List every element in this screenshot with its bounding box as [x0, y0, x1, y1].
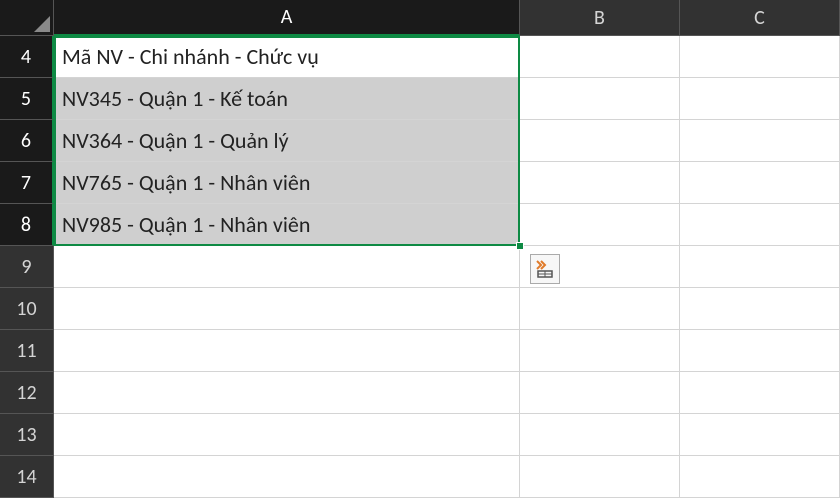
cell-B5[interactable] [520, 78, 680, 120]
cell-A5[interactable]: NV345 - Quận 1 - Kế toán [54, 78, 520, 120]
select-all-triangle-icon [34, 16, 50, 32]
select-all-corner[interactable] [0, 0, 54, 36]
row: 11 [0, 330, 840, 372]
cell-C10[interactable] [680, 288, 840, 330]
cell-A12[interactable] [54, 372, 520, 414]
cell-C4[interactable] [680, 36, 840, 78]
cell-C12[interactable] [680, 372, 840, 414]
cell-A6[interactable]: NV364 - Quận 1 - Quản lý [54, 120, 520, 162]
cell-B10[interactable] [520, 288, 680, 330]
cell-A11[interactable] [54, 330, 520, 372]
row: 12 [0, 372, 840, 414]
cell-A14[interactable] [54, 456, 520, 498]
cell-A4[interactable]: Mã NV - Chi nhánh - Chức vụ [54, 36, 520, 78]
cell-C6[interactable] [680, 120, 840, 162]
cell-C14[interactable] [680, 456, 840, 498]
cell-A7[interactable]: NV765 - Quận 1 - Nhân viên [54, 162, 520, 204]
cell-B12[interactable] [520, 372, 680, 414]
column-header-C[interactable]: C [680, 0, 840, 36]
row: 6 NV364 - Quận 1 - Quản lý [0, 120, 840, 162]
row-header[interactable]: 9 [0, 246, 54, 288]
cell-C5[interactable] [680, 78, 840, 120]
cell-C13[interactable] [680, 414, 840, 456]
cell-B7[interactable] [520, 162, 680, 204]
row: 10 [0, 288, 840, 330]
cell-C9[interactable] [680, 246, 840, 288]
column-header-row: A B C [0, 0, 840, 36]
row-header[interactable]: 13 [0, 414, 54, 456]
cell-A13[interactable] [54, 414, 520, 456]
cell-B11[interactable] [520, 330, 680, 372]
column-header-B[interactable]: B [520, 0, 680, 36]
cell-B4[interactable] [520, 36, 680, 78]
row-header[interactable]: 4 [0, 36, 54, 78]
row-header[interactable]: 5 [0, 78, 54, 120]
row: 7 NV765 - Quận 1 - Nhân viên [0, 162, 840, 204]
row: 9 [0, 246, 840, 288]
row: 5 NV345 - Quận 1 - Kế toán [0, 78, 840, 120]
cell-A8[interactable]: NV985 - Quận 1 - Nhân viên [54, 204, 520, 246]
cell-B8[interactable] [520, 204, 680, 246]
cell-C8[interactable] [680, 204, 840, 246]
row: 13 [0, 414, 840, 456]
row-header[interactable]: 12 [0, 372, 54, 414]
row-header[interactable]: 10 [0, 288, 54, 330]
autofill-options-icon [534, 258, 556, 280]
cell-B6[interactable] [520, 120, 680, 162]
row: 8 NV985 - Quận 1 - Nhân viên [0, 204, 840, 246]
cell-C7[interactable] [680, 162, 840, 204]
row: 4 Mã NV - Chi nhánh - Chức vụ [0, 36, 840, 78]
autofill-options-button[interactable] [530, 254, 560, 284]
cell-A10[interactable] [54, 288, 520, 330]
column-header-A[interactable]: A [54, 0, 520, 36]
row-header[interactable]: 8 [0, 204, 54, 246]
row-header[interactable]: 7 [0, 162, 54, 204]
cell-B13[interactable] [520, 414, 680, 456]
cell-A9[interactable] [54, 246, 520, 288]
row-header[interactable]: 6 [0, 120, 54, 162]
row-header[interactable]: 11 [0, 330, 54, 372]
cell-B14[interactable] [520, 456, 680, 498]
cell-C11[interactable] [680, 330, 840, 372]
row-header[interactable]: 14 [0, 456, 54, 498]
row: 14 [0, 456, 840, 498]
spreadsheet-grid: A B C 4 Mã NV - Chi nhánh - Chức vụ 5 NV… [0, 0, 840, 500]
